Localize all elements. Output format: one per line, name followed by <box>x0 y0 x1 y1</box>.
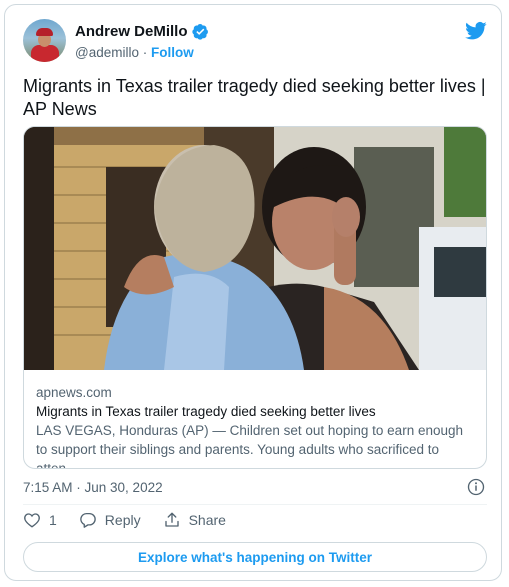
reply-button[interactable]: Reply <box>79 511 141 529</box>
avatar[interactable] <box>23 19 66 62</box>
share-button[interactable]: Share <box>163 511 226 529</box>
like-count: 1 <box>49 512 57 528</box>
share-label: Share <box>188 512 226 528</box>
reply-label: Reply <box>104 512 141 528</box>
like-button[interactable]: 1 <box>23 511 57 529</box>
verified-badge-icon <box>191 24 208 40</box>
link-domain: apnews.com <box>36 385 112 400</box>
follow-button[interactable]: Follow <box>151 45 194 60</box>
author-name[interactable]: Andrew DeMillo <box>75 23 188 40</box>
author-name-row[interactable]: Andrew DeMillo <box>75 23 209 40</box>
article-photo[interactable] <box>24 127 486 370</box>
author-handle-row: @ademillo · Follow <box>75 45 194 60</box>
tweet-timestamp[interactable]: 7:15 AM · Jun 30, 2022 <box>23 480 163 495</box>
twitter-bird-icon[interactable] <box>465 21 487 41</box>
link-preview-card[interactable]: apnews.com Migrants in Texas trailer tra… <box>23 126 487 469</box>
tweet-text: Migrants in Texas trailer tragedy died s… <box>23 76 486 119</box>
link-meta: apnews.com Migrants in Texas trailer tra… <box>36 383 476 469</box>
reply-bubble-icon <box>80 512 96 528</box>
link-description: LAS VEGAS, Honduras (AP) — Children set … <box>36 423 463 469</box>
link-title[interactable]: Migrants in Texas trailer tragedy died s… <box>36 402 476 421</box>
tweet-actions: 1 Reply Share <box>23 511 248 529</box>
author-handle[interactable]: @ademillo <box>75 45 139 60</box>
tweet-embed-card: Andrew DeMillo @ademillo · Follow Migran… <box>4 4 502 581</box>
divider <box>23 504 487 505</box>
share-icon <box>164 512 179 527</box>
info-icon[interactable] <box>467 478 485 496</box>
heart-icon <box>24 513 40 528</box>
separator-dot: · <box>142 45 148 60</box>
explore-twitter-button[interactable]: Explore what's happening on Twitter <box>23 542 487 572</box>
